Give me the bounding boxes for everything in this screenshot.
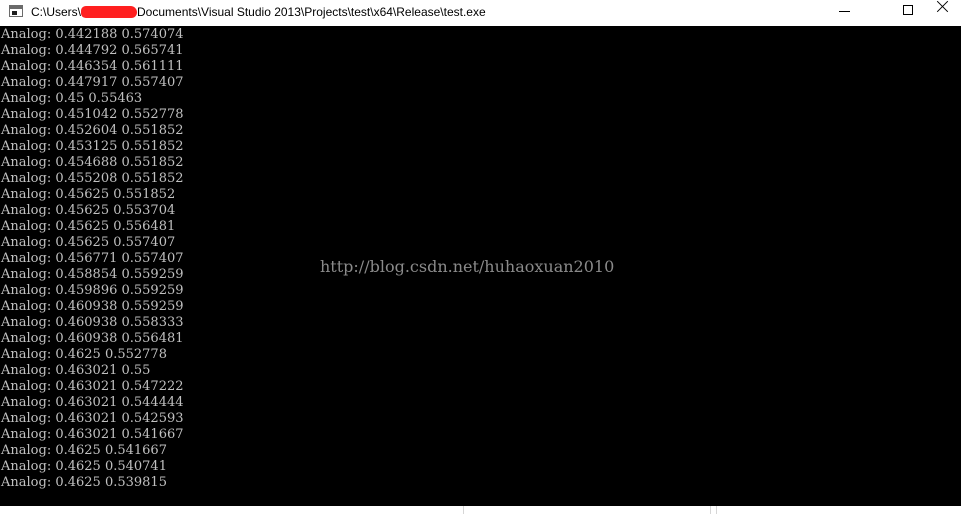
console-line: Analog: 0.456771 0.557407 [1,251,184,266]
console-window: C:\Users\ Documents\Visual Studio 2013\Pr… [0,0,961,514]
console-line: Analog: 0.455208 0.551852 [1,171,184,186]
console-line: Analog: 0.460938 0.558333 [1,315,184,330]
console-line: Analog: 0.454688 0.551852 [1,155,184,170]
console-line: Analog: 0.460938 0.556481 [1,331,184,346]
console-line: Analog: 0.463021 0.547222 [1,379,184,394]
maximize-button[interactable] [885,0,931,24]
maximize-icon [903,5,913,15]
console-line: Analog: 0.458854 0.559259 [1,267,184,282]
watermark-url: http://blog.csdn.net/huhaoxuan2010 [320,257,615,276]
console-lines: Analog: 0.442188 0.574074 Analog: 0.4447… [1,27,184,491]
console-line: Analog: 0.446354 0.561111 [1,59,184,74]
console-line: Analog: 0.4625 0.540741 [1,459,167,474]
console-line: Analog: 0.451042 0.552778 [1,107,184,122]
window-title-prefix: C:\Users\ [31,5,82,19]
window-bottom-edge [0,506,961,514]
console-line: Analog: 0.45 0.55463 [1,91,143,106]
redacted-username-mark [81,6,138,18]
console-line: Analog: 0.463021 0.544444 [1,395,184,410]
console-line: Analog: 0.459896 0.559259 [1,283,184,298]
console-output-area[interactable]: Analog: 0.442188 0.574074 Analog: 0.4447… [0,26,961,506]
console-line: Analog: 0.45625 0.551852 [1,187,176,202]
console-line: Analog: 0.463021 0.55 [1,363,151,378]
minimize-button[interactable] [823,0,869,24]
edge-divider [463,506,464,514]
window-title-path: Documents\Visual Studio 2013\Projects\te… [137,5,486,19]
console-line: Analog: 0.447917 0.557407 [1,75,184,90]
console-app-icon[interactable] [9,5,23,17]
minimize-icon [839,11,850,12]
console-line: Analog: 0.444792 0.565741 [1,43,184,58]
console-line: Analog: 0.463021 0.542593 [1,411,184,426]
console-line: Analog: 0.4625 0.541667 [1,443,167,458]
edge-divider [716,506,717,514]
console-line: Analog: 0.452604 0.551852 [1,123,184,138]
window-title: C:\Users\ Documents\Visual Studio 2013\Pr… [31,4,486,20]
console-line: Analog: 0.4625 0.539815 [1,475,167,490]
close-icon [936,0,950,14]
console-line: Analog: 0.442188 0.574074 [1,27,184,42]
title-bar[interactable]: C:\Users\ Documents\Visual Studio 2013\Pr… [0,0,961,26]
edge-divider [710,506,711,514]
console-line: Analog: 0.460938 0.559259 [1,299,184,314]
console-line: Analog: 0.45625 0.556481 [1,219,176,234]
console-line: Analog: 0.453125 0.551852 [1,139,184,154]
console-line: Analog: 0.45625 0.553704 [1,203,176,218]
console-line: Analog: 0.463021 0.541667 [1,427,184,442]
console-line: Analog: 0.4625 0.552778 [1,347,167,362]
close-button[interactable] [931,0,961,24]
console-line: Analog: 0.45625 0.557407 [1,235,176,250]
